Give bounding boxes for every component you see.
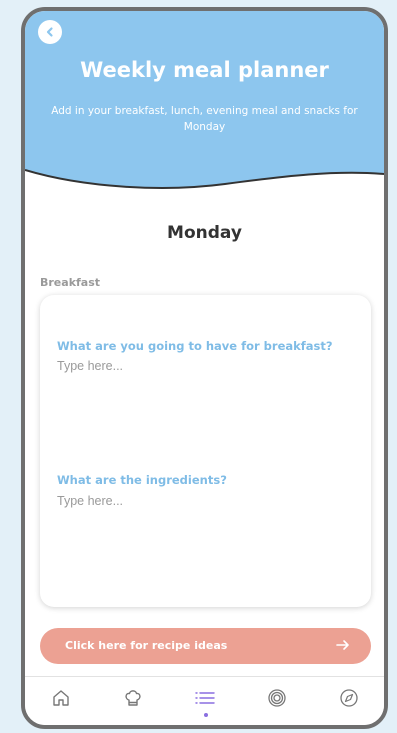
list-icon (193, 687, 217, 713)
recipe-ideas-label: Click here for recipe ideas (65, 639, 228, 652)
day-heading: Monday (167, 223, 242, 243)
section-label-breakfast: Breakfast (40, 276, 101, 289)
home-icon (50, 687, 72, 713)
meal-question: What are you going to have for breakfast… (57, 339, 333, 353)
arrow-right-icon (335, 637, 351, 657)
back-button[interactable] (38, 20, 62, 44)
ingredients-question: What are the ingredients? (57, 473, 227, 487)
header-wave (25, 169, 384, 198)
ingredients-input[interactable] (57, 494, 352, 508)
recipe-ideas-button[interactable]: Click here for recipe ideas (40, 628, 371, 664)
nav-goals[interactable] (263, 686, 291, 714)
phone-frame: Weekly meal planner Add in your breakfas… (21, 7, 388, 729)
chevron-left-icon (44, 23, 56, 42)
chef-hat-icon (122, 687, 144, 713)
active-indicator (204, 713, 208, 717)
nav-recipes[interactable] (119, 686, 147, 714)
header: Weekly meal planner Add in your breakfas… (25, 11, 384, 198)
nav-explore[interactable] (335, 686, 363, 714)
target-icon (266, 687, 288, 713)
bottom-nav (25, 676, 384, 725)
compass-icon (338, 687, 360, 713)
meal-input[interactable] (57, 359, 352, 373)
nav-home[interactable] (47, 686, 75, 714)
breakfast-card: What are you going to have for breakfast… (40, 295, 371, 607)
page-title: Weekly meal planner (80, 58, 329, 82)
page-subtitle: Add in your breakfast, lunch, evening me… (51, 105, 358, 133)
nav-planner[interactable] (191, 686, 219, 714)
